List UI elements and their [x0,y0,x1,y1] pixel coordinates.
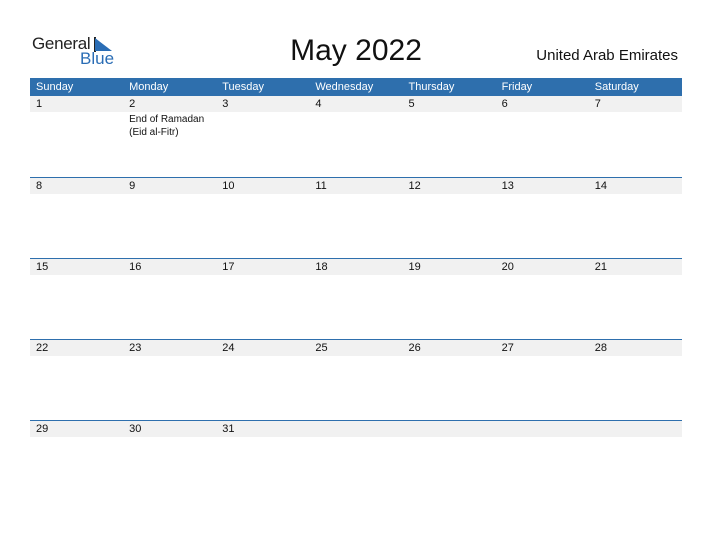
day-event [30,112,123,139]
week-row: 1 2 3 4 5 6 7 End of Ramadan (Eid al-Fitr) [30,96,682,177]
weekday-wednesday: Wednesday [315,81,374,93]
day-event: End of Ramadan (Eid al-Fitr) [129,114,205,138]
day-event [123,356,216,357]
day-number: 5 [408,98,415,110]
day-event [216,275,309,276]
day-number-strip: 29 30 31 [30,421,682,437]
day-event [589,275,682,276]
day-event [589,194,682,195]
day-number-strip: 15 16 17 18 19 20 21 [30,259,682,275]
day-event [216,356,309,357]
day-number: 1 [36,98,43,110]
day-number: 21 [594,261,607,273]
events-row [30,437,682,438]
day-number: 12 [408,180,421,192]
day-event [403,356,496,357]
day-event [309,275,402,276]
day-event [496,194,589,195]
day-number: 17 [222,261,235,273]
day-number: 2 [129,98,136,110]
day-event [496,356,589,357]
day-event [403,275,496,276]
day-event [30,356,123,357]
weekday-sunday: Sunday [36,81,74,93]
day-number [403,421,496,437]
day-number: 18 [315,261,328,273]
day-number: 24 [222,342,235,354]
day-event [309,194,402,195]
day-number: 22 [36,342,49,354]
day-number: 10 [222,180,235,192]
day-event [216,112,309,139]
events-row [30,356,682,357]
day-number: 15 [36,261,49,273]
day-number [589,421,682,437]
day-event [309,112,402,139]
day-event [30,194,123,195]
day-number [496,421,589,437]
week-row: 15 16 17 18 19 20 21 [30,258,682,339]
events-row: End of Ramadan (Eid al-Fitr) [30,112,682,139]
day-number [309,421,402,437]
day-event [309,437,402,438]
day-number: 11 [315,180,327,192]
country-label: United Arab Emirates [536,47,678,64]
day-number: 20 [501,261,514,273]
week-row: 22 23 24 25 26 27 28 [30,339,682,420]
day-number: 9 [129,180,136,192]
day-event [123,437,216,438]
day-number: 16 [129,261,142,273]
day-number: 27 [501,342,514,354]
day-event [589,356,682,357]
day-number: 4 [315,98,322,110]
day-event [216,437,309,438]
day-number: 29 [36,423,49,435]
events-row [30,275,682,276]
day-event [216,194,309,195]
weekday-thursday: Thursday [408,81,455,93]
day-number: 31 [222,423,235,435]
calendar-grid: Sunday Monday Tuesday Wednesday Thursday… [30,78,682,501]
day-event [30,275,123,276]
day-event [309,356,402,357]
day-number: 7 [594,98,601,110]
weekday-monday: Monday [129,81,169,93]
day-event [30,437,123,438]
day-event [589,112,682,139]
day-number: 28 [594,342,607,354]
day-number-strip: 8 9 10 11 12 13 14 [30,178,682,194]
day-number-strip: 1 2 3 4 5 6 7 [30,96,682,112]
day-event [123,194,216,195]
day-number: 23 [129,342,142,354]
day-number: 14 [594,180,607,192]
day-event [496,437,589,438]
day-number-strip: 22 23 24 25 26 27 28 [30,340,682,356]
day-number: 26 [408,342,421,354]
day-number: 6 [501,98,508,110]
weeks-container: 1 2 3 4 5 6 7 End of Ramadan (Eid al-Fitr) 8 9 10 1… [30,96,682,501]
weekday-tuesday: Tuesday [222,81,265,93]
weekday-friday: Friday [501,81,533,93]
day-event [403,437,496,438]
weekday-saturday: Saturday [594,81,639,93]
day-event [589,437,682,438]
week-row: 29 30 31 [30,420,682,501]
weekday-header: Sunday Monday Tuesday Wednesday Thursday… [30,78,682,96]
day-event [403,112,496,139]
day-event [496,112,589,139]
events-row [30,194,682,195]
day-number: 30 [129,423,142,435]
day-number: 3 [222,98,229,110]
week-row: 8 9 10 11 12 13 14 [30,177,682,258]
day-number: 8 [36,180,43,192]
day-event [403,194,496,195]
day-number: 19 [408,261,421,273]
day-event [496,275,589,276]
day-number: 25 [315,342,328,354]
day-number: 13 [501,180,514,192]
day-event [123,275,216,276]
